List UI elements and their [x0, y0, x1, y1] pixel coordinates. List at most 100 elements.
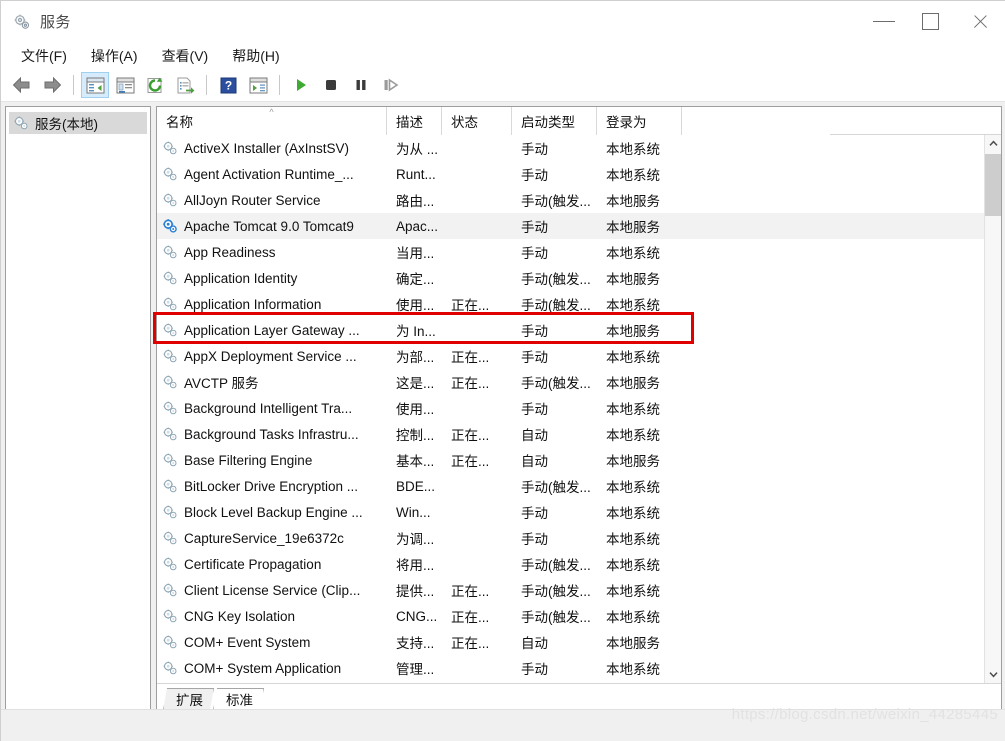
tab-label: 标准 — [226, 693, 253, 708]
service-gear-icon — [162, 140, 178, 156]
table-row[interactable]: Background Intelligent Tra... 使用... 手动 本地系统 — [157, 395, 985, 421]
service-gear-icon — [162, 244, 178, 260]
close-icon — [972, 14, 988, 30]
vertical-scrollbar[interactable] — [984, 135, 1001, 683]
restart-service-button[interactable] — [377, 72, 405, 98]
pause-icon — [356, 80, 366, 90]
scrollbar-thumb[interactable] — [985, 154, 1001, 216]
service-name-label: COM+ System Application — [184, 660, 342, 676]
minimize-button[interactable] — [860, 1, 907, 42]
table-row[interactable]: Client License Service (Clip... 提供... 正在..… — [157, 577, 985, 603]
chevron-down-icon — [989, 672, 998, 678]
service-name-cell: Application Layer Gateway ... — [157, 322, 387, 338]
service-name-cell: ActiveX Installer (AxInstSV) — [157, 140, 387, 156]
menu-view[interactable]: 查看(V) — [152, 44, 219, 68]
table-row[interactable]: Application Layer Gateway ... 为 In... 手动 本地… — [157, 317, 985, 343]
service-gear-icon — [162, 478, 178, 494]
service-startup-type-cell: 手动(触发... — [521, 376, 591, 391]
service-name-cell: AVCTP 服务 — [157, 372, 387, 392]
service-name-cell: AllJoyn Router Service — [157, 192, 387, 208]
column-header-label: 启动类型 — [521, 115, 575, 130]
service-description-cell: Win... — [396, 504, 431, 520]
table-row[interactable]: Block Level Backup Engine ... Win... 手动 本地系… — [157, 499, 985, 525]
export-list-button[interactable] — [171, 72, 199, 98]
service-logon-cell: 本地系统 — [606, 532, 660, 547]
pause-service-button[interactable] — [347, 72, 375, 98]
refresh-button[interactable] — [141, 72, 169, 98]
service-name-label: CaptureService_19e6372c — [184, 530, 344, 546]
column-header-status[interactable]: 状态 — [442, 107, 512, 135]
toolbar-separator — [73, 75, 74, 95]
service-description-cell: 控制... — [396, 428, 435, 443]
column-header-startup-type[interactable]: 启动类型 — [512, 107, 597, 135]
maximize-button[interactable] — [907, 1, 954, 42]
table-row[interactable]: BitLocker Drive Encryption ... BDE... 手动(触… — [157, 473, 985, 499]
service-description-cell: 基本... — [396, 454, 435, 469]
scroll-up-button[interactable] — [985, 135, 1001, 152]
table-row[interactable]: App Readiness 当用... 手动 本地系统 — [157, 239, 985, 265]
service-gear-icon — [162, 270, 178, 286]
column-header-filler — [682, 107, 830, 135]
table-row[interactable]: Agent Activation Runtime_... Runt... 手动 本地系… — [157, 161, 985, 187]
column-header-label: 名称 — [166, 115, 193, 130]
table-row[interactable]: CaptureService_19e6372c 为调... 手动 本地系统 — [157, 525, 985, 551]
tree-item-services-local[interactable]: 服务(本地) — [9, 112, 147, 134]
service-gear-icon — [162, 348, 178, 364]
service-description-cell: 将用... — [396, 558, 435, 573]
table-row[interactable]: Background Tasks Infrastru... 控制... 正在... 自… — [157, 421, 985, 447]
forward-button[interactable] — [38, 72, 66, 98]
service-startup-type-cell: 手动(触发... — [521, 298, 591, 313]
column-header-name[interactable]: ^ 名称 — [157, 107, 387, 135]
service-name-cell: CNG Key Isolation — [157, 608, 387, 624]
arrow-left-icon — [12, 76, 30, 94]
table-row[interactable]: ActiveX Installer (AxInstSV) 为从 ... 手动 本地系统 — [157, 135, 985, 161]
status-strip: https://blog.csdn.net/weixin_44285445 — [1, 706, 1005, 740]
table-row[interactable]: AppX Deployment Service ... 为部... 正在... 手动 本… — [157, 343, 985, 369]
column-header-label: 状态 — [451, 115, 478, 130]
table-row[interactable]: CNG Key Isolation CNG... 正在... 手动(触发... 本地系统 — [157, 603, 985, 629]
table-row[interactable]: Base Filtering Engine 基本... 正在... 自动 本地服务 — [157, 447, 985, 473]
services-list[interactable]: ActiveX Installer (AxInstSV) 为从 ... 手动 本地系统… — [157, 135, 985, 683]
table-row[interactable]: Application Information 使用... 正在... 手动(触发..… — [157, 291, 985, 317]
table-row[interactable]: COM+ System Application 管理... 手动 本地系统 — [157, 655, 985, 681]
properties-icon — [116, 77, 134, 93]
close-button[interactable] — [954, 1, 1005, 42]
stop-service-button[interactable] — [317, 72, 345, 98]
table-row[interactable]: Apache Tomcat 9.0 Tomcat9 Apac... 手动 本地服务 — [157, 213, 985, 239]
services-gear-icon — [13, 13, 31, 31]
menu-file[interactable]: 文件(F) — [11, 44, 77, 68]
stop-icon — [326, 80, 336, 90]
service-gear-icon — [162, 426, 178, 442]
title-bar: 服务 — [1, 1, 1005, 43]
service-gear-icon — [162, 400, 178, 416]
table-row[interactable]: AllJoyn Router Service 路由... 手动(触发... 本地服务 — [157, 187, 985, 213]
table-row[interactable]: AVCTP 服务 这是... 正在... 手动(触发... 本地服务 — [157, 369, 985, 395]
table-row[interactable]: COM+ Event System 支持... 正在... 自动 本地服务 — [157, 629, 985, 655]
table-row[interactable]: Certificate Propagation 将用... 手动(触发... 本地系统 — [157, 551, 985, 577]
service-name-label: BitLocker Drive Encryption ... — [184, 478, 359, 494]
service-name-label: Application Identity — [184, 270, 298, 286]
tab-extended[interactable]: 扩展 — [163, 688, 214, 710]
service-description-cell: 使用... — [396, 402, 435, 417]
back-button[interactable] — [8, 72, 36, 98]
properties-button[interactable] — [111, 72, 139, 98]
service-description-cell: 为 In... — [396, 324, 436, 339]
table-row[interactable]: Application Identity 确定... 手动(触发... 本地服务 — [157, 265, 985, 291]
service-startup-type-cell: 手动 — [521, 532, 548, 547]
help-button[interactable]: ? — [214, 72, 242, 98]
start-service-button[interactable] — [287, 72, 315, 98]
tab-standard[interactable]: 标准 — [213, 688, 264, 710]
menu-help[interactable]: 帮助(H) — [222, 44, 289, 68]
column-header-description[interactable]: 描述 — [387, 107, 442, 135]
column-header-log-on-as[interactable]: 登录为 — [597, 107, 682, 135]
menu-action[interactable]: 操作(A) — [81, 44, 148, 68]
tab-label: 扩展 — [176, 693, 203, 708]
minimize-icon — [872, 21, 895, 22]
service-logon-cell: 本地系统 — [606, 558, 660, 573]
show-hide-console-tree-button[interactable] — [81, 72, 109, 98]
service-logon-cell: 本地系统 — [606, 662, 660, 677]
scroll-down-button[interactable] — [985, 666, 1001, 683]
service-description-cell: 提供... — [396, 584, 435, 599]
service-status-cell: 正在... — [451, 454, 490, 469]
show-action-pane-button[interactable] — [244, 72, 272, 98]
